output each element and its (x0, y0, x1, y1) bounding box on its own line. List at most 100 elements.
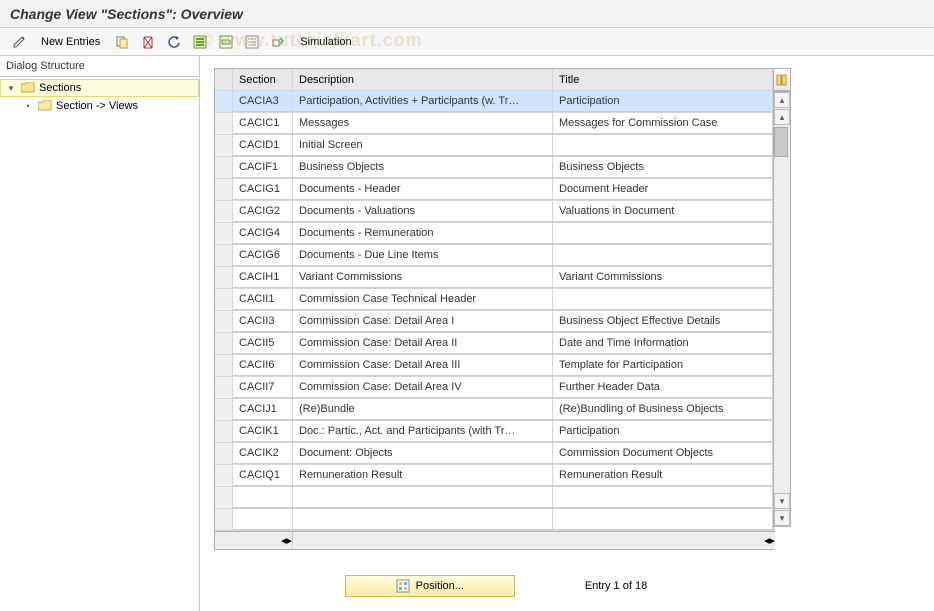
column-header-description[interactable]: Description (293, 69, 553, 90)
scroll-right-button-2[interactable]: ▸ (769, 534, 775, 547)
cell-section[interactable]: CACII7 (233, 377, 293, 398)
vertical-scrollbar[interactable]: ▴ ▴ ▾ ▾ (773, 91, 791, 527)
row-selector[interactable] (215, 223, 233, 244)
cell-description[interactable]: Variant Commissions (293, 267, 553, 288)
table-row[interactable]: CACIG4Documents - Remuneration (215, 223, 773, 245)
scroll-thumb[interactable] (774, 127, 788, 157)
table-row[interactable]: CACIH1Variant CommissionsVariant Commiss… (215, 267, 773, 289)
row-selector[interactable] (215, 245, 233, 266)
table-row[interactable]: CACII3Commission Case: Detail Area IBusi… (215, 311, 773, 333)
table-row[interactable]: CACIG2Documents - ValuationsValuations i… (215, 201, 773, 223)
cell-section[interactable]: CACIC1 (233, 113, 293, 134)
cell-section[interactable]: CACIH1 (233, 267, 293, 288)
table-row[interactable]: CACII5Commission Case: Detail Area IIDat… (215, 333, 773, 355)
cell-title[interactable]: Business Object Effective Details (553, 311, 773, 332)
table-row[interactable]: CACII7Commission Case: Detail Area IVFur… (215, 377, 773, 399)
cell-title[interactable]: Messages for Commission Case (553, 113, 773, 134)
delete-button[interactable] (137, 32, 159, 52)
tree-item-sections[interactable]: ▾ Sections (0, 79, 199, 97)
cell-description[interactable]: Commission Case: Detail Area I (293, 311, 553, 332)
cell-description[interactable]: Documents - Header (293, 179, 553, 200)
column-header-title[interactable]: Title (553, 69, 773, 90)
scroll-up-button-2[interactable]: ▴ (774, 109, 790, 125)
copy-as-button[interactable] (111, 32, 133, 52)
cell-description[interactable]: Messages (293, 113, 553, 134)
cell-section[interactable]: CACIG6 (233, 245, 293, 266)
table-row[interactable]: CACIG1Documents - HeaderDocument Header (215, 179, 773, 201)
row-selector[interactable] (215, 91, 233, 112)
deselect-all-button[interactable] (241, 32, 263, 52)
cell-section[interactable]: CACII3 (233, 311, 293, 332)
row-selector[interactable] (215, 333, 233, 354)
cell-description[interactable]: Commission Case: Detail Area III (293, 355, 553, 376)
cell-section[interactable]: CACIG2 (233, 201, 293, 222)
select-all-button[interactable] (189, 32, 211, 52)
scroll-down-button[interactable]: ▾ (774, 493, 790, 509)
cell-title[interactable]: Business Objects (553, 157, 773, 178)
cell-description[interactable]: Participation, Activities + Participants… (293, 91, 553, 112)
select-block-button[interactable] (215, 32, 237, 52)
expand-collapse-icon[interactable]: ▾ (5, 83, 17, 94)
cell-description[interactable]: (Re)Bundle (293, 399, 553, 420)
position-button[interactable]: Position... (345, 575, 515, 597)
row-selector[interactable] (215, 135, 233, 156)
row-selector[interactable] (215, 421, 233, 442)
row-selector[interactable] (215, 465, 233, 486)
cell-section[interactable]: CACIK2 (233, 443, 293, 464)
cell-section[interactable]: CACIQ1 (233, 465, 293, 486)
cell-section[interactable]: CACID1 (233, 135, 293, 156)
tree-item-section-views[interactable]: • Section -> Views (0, 97, 199, 115)
cell-section[interactable]: CACIA3 (233, 91, 293, 112)
cell-description[interactable]: Commission Case Technical Header (293, 289, 553, 310)
table-row[interactable]: CACII1Commission Case Technical Header (215, 289, 773, 311)
scroll-down-button-2[interactable]: ▾ (774, 510, 790, 526)
scroll-right-button[interactable]: ▸ (286, 534, 292, 547)
cell-title[interactable]: Variant Commissions (553, 267, 773, 288)
row-selector[interactable] (215, 289, 233, 310)
new-entries-button[interactable]: New Entries (34, 32, 107, 52)
row-selector[interactable] (215, 311, 233, 332)
cell-title[interactable]: Further Header Data (553, 377, 773, 398)
row-selector[interactable] (215, 377, 233, 398)
table-settings-button[interactable] (773, 68, 791, 91)
cell-description[interactable]: Documents - Remuneration (293, 223, 553, 244)
table-row[interactable]: CACIG6Documents - Due Line Items (215, 245, 773, 267)
cell-description[interactable]: Commission Case: Detail Area II (293, 333, 553, 354)
cell-title[interactable]: Date and Time Information (553, 333, 773, 354)
cell-title[interactable]: Document Header (553, 179, 773, 200)
cell-description[interactable]: Doc.: Partic., Act. and Participants (wi… (293, 421, 553, 442)
cell-title[interactable]: Valuations in Document (553, 201, 773, 222)
cell-section[interactable]: CACIK1 (233, 421, 293, 442)
cell-title[interactable] (553, 245, 773, 266)
table-row[interactable]: CACIJ1(Re)Bundle(Re)Bundling of Business… (215, 399, 773, 421)
cell-title[interactable]: Participation (553, 91, 773, 112)
cell-section[interactable]: CACII5 (233, 333, 293, 354)
cell-title[interactable]: Template for Participation (553, 355, 773, 376)
row-selector[interactable] (215, 399, 233, 420)
simulation-button[interactable]: Simulation (293, 32, 358, 52)
table-row[interactable]: CACIF1Business ObjectsBusiness Objects (215, 157, 773, 179)
row-selector[interactable] (215, 179, 233, 200)
row-selector-header[interactable] (215, 69, 233, 90)
toggle-display-change-button[interactable] (8, 32, 30, 52)
configure-button[interactable] (267, 32, 289, 52)
cell-title[interactable] (553, 223, 773, 244)
cell-section[interactable]: CACII6 (233, 355, 293, 376)
cell-description[interactable]: Business Objects (293, 157, 553, 178)
cell-title[interactable]: (Re)Bundling of Business Objects (553, 399, 773, 420)
row-selector[interactable] (215, 355, 233, 376)
table-row[interactable]: CACID1Initial Screen (215, 135, 773, 157)
cell-description[interactable]: Commission Case: Detail Area IV (293, 377, 553, 398)
table-row[interactable]: CACIC1MessagesMessages for Commission Ca… (215, 113, 773, 135)
cell-section[interactable]: CACIJ1 (233, 399, 293, 420)
cell-description[interactable]: Document: Objects (293, 443, 553, 464)
row-selector[interactable] (215, 443, 233, 464)
table-row[interactable]: CACIK2Document: ObjectsCommission Docume… (215, 443, 773, 465)
cell-title[interactable] (553, 289, 773, 310)
row-selector[interactable] (215, 267, 233, 288)
table-row[interactable]: CACIK1Doc.: Partic., Act. and Participan… (215, 421, 773, 443)
horizontal-scrollbar[interactable]: ◂ ▸ ◂ ▸ (215, 531, 775, 549)
cell-description[interactable]: Documents - Valuations (293, 201, 553, 222)
table-row[interactable]: CACIA3Participation, Activities + Partic… (215, 91, 773, 113)
scroll-up-button[interactable]: ▴ (774, 92, 790, 108)
